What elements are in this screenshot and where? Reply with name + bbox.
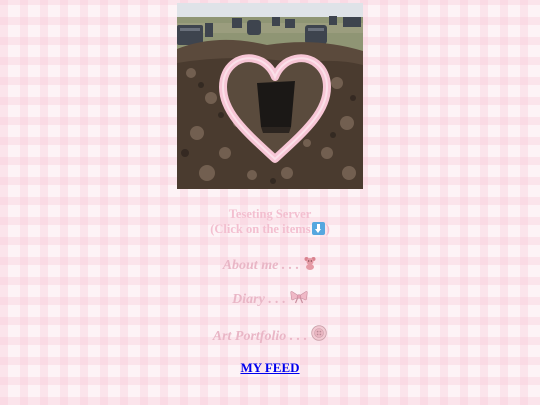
- menu-item-art-portfolio[interactable]: Art Portfolio . . .: [0, 325, 540, 346]
- down-arrow-icon: [311, 222, 325, 235]
- instruction-suffix: ): [325, 222, 330, 236]
- grave-heart-image: [177, 3, 363, 189]
- server-instruction: (Click on the items): [0, 222, 540, 237]
- feed-row: MY FEED: [0, 359, 540, 377]
- art-portfolio-link[interactable]: Art Portfolio . . .: [213, 329, 308, 344]
- menu-item-about[interactable]: About me . . .: [0, 256, 540, 275]
- teddy-bear-icon[interactable]: [303, 256, 317, 275]
- about-me-link[interactable]: About me . . .: [223, 258, 300, 273]
- header-photo: [177, 3, 363, 189]
- bow-icon[interactable]: [290, 290, 308, 309]
- instruction-prefix: (Click on the items: [210, 222, 311, 236]
- button-icon[interactable]: [311, 325, 327, 346]
- my-feed-link[interactable]: MY FEED: [240, 360, 299, 375]
- server-title: Teseting Server: [228, 207, 312, 221]
- diary-link[interactable]: Diary . . .: [232, 292, 286, 307]
- menu-item-diary[interactable]: Diary . . .: [0, 290, 540, 309]
